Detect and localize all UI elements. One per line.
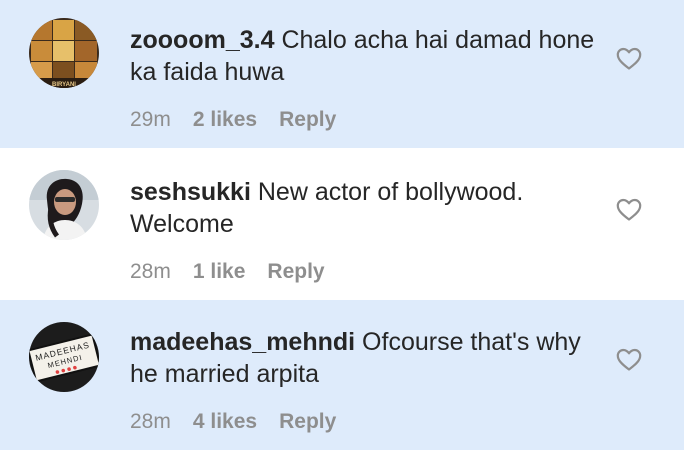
comment-meta: 29m 2 likes Reply [130,108,610,132]
comment-text: seshsukki New actor of bollywood. Welcom… [130,176,610,240]
likes-count[interactable]: 2 likes [193,108,257,132]
like-heart-icon[interactable] [616,198,642,222]
comment-text: madeehas_mehndi Ofcourse that's why he m… [130,326,610,390]
comment-time: 28m [130,260,171,283]
comment-body: madeehas_mehndi Ofcourse that's why he m… [130,326,610,434]
reply-button[interactable]: Reply [279,108,336,132]
comment-time: 29m [130,108,171,131]
comment-item: seshsukki New actor of bollywood. Welcom… [0,148,684,300]
like-heart-icon[interactable] [616,47,642,71]
likes-count[interactable]: 1 like [193,260,246,284]
lightbox-sign-avatar-icon: MADEEHAS MEHNDI [29,322,99,392]
reply-button[interactable]: Reply [267,260,324,284]
comment-username[interactable]: seshsukki [130,178,251,206]
comment-text: zoooom_3.4 Chalo acha hai damad hone ka … [130,24,610,88]
comment-item: BIRYANI zoooom_3.4 Chalo acha hai damad … [0,0,684,148]
person-photo-avatar-icon [29,170,99,240]
food-collage-avatar-icon: BIRYANI [29,18,99,88]
likes-count[interactable]: 4 likes [193,410,257,434]
comment-meta: 28m 1 like Reply [130,260,610,284]
comment-body: zoooom_3.4 Chalo acha hai damad hone ka … [130,24,610,132]
avatar[interactable]: MADEEHAS MEHNDI [29,322,99,392]
comment-list: BIRYANI zoooom_3.4 Chalo acha hai damad … [0,0,684,450]
avatar[interactable]: BIRYANI [29,18,99,88]
comment-body: seshsukki New actor of bollywood. Welcom… [130,176,610,284]
comment-item: MADEEHAS MEHNDI madeehas_mehndi Ofcourse… [0,300,684,450]
avatar[interactable] [29,170,99,240]
comment-meta: 28m 4 likes Reply [130,410,610,434]
comment-username[interactable]: madeehas_mehndi [130,328,355,356]
comment-time: 28m [130,410,171,433]
reply-button[interactable]: Reply [279,410,336,434]
like-heart-icon[interactable] [616,348,642,372]
comment-username[interactable]: zoooom_3.4 [130,26,274,54]
svg-text:BIRYANI: BIRYANI [52,82,76,88]
